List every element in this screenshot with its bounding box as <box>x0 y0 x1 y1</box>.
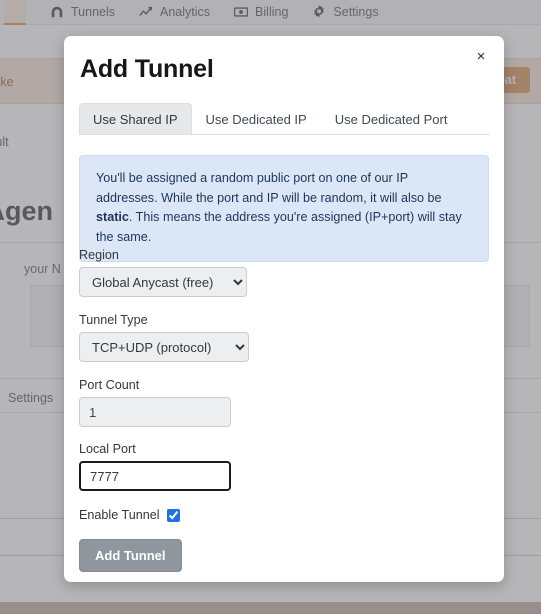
tunnel-type-label: Tunnel Type <box>79 313 148 327</box>
port-count-label: Port Count <box>79 378 140 392</box>
enable-tunnel-label: Enable Tunnel <box>79 508 160 522</box>
info-text-bold: static <box>96 210 129 224</box>
add-tunnel-dialog: × Add Tunnel Use Shared IP Use Dedicated… <box>64 36 504 582</box>
tab-use-dedicated-ip[interactable]: Use Dedicated IP <box>192 103 321 134</box>
close-icon[interactable]: × <box>472 47 490 65</box>
field-group-port-count: Port Count <box>79 378 231 427</box>
dialog-title: Add Tunnel <box>80 55 214 83</box>
enable-tunnel-row: Enable Tunnel <box>79 508 180 522</box>
info-text-part-1: You'll be assigned a random public port … <box>96 171 442 205</box>
add-tunnel-submit-button[interactable]: Add Tunnel <box>79 539 182 572</box>
enable-tunnel-checkbox[interactable] <box>166 508 180 522</box>
local-port-input[interactable] <box>79 461 231 491</box>
region-label: Region <box>79 248 119 262</box>
info-text-part-2: . This means the address you're assigned… <box>96 210 462 244</box>
tab-use-dedicated-port[interactable]: Use Dedicated Port <box>321 103 462 134</box>
local-port-label: Local Port <box>79 442 136 456</box>
tab-bar: Use Shared IP Use Dedicated IP Use Dedic… <box>79 103 489 135</box>
region-select[interactable]: Global Anycast (free) <box>79 267 247 297</box>
field-group-local-port: Local Port <box>79 442 231 491</box>
tab-use-shared-ip[interactable]: Use Shared IP <box>79 103 192 134</box>
tunnel-type-select[interactable]: TCP+UDP (protocol) <box>79 332 249 362</box>
port-count-input[interactable] <box>79 397 231 427</box>
info-alert: You'll be assigned a random public port … <box>79 155 489 262</box>
field-group-region: Region Global Anycast (free) <box>79 248 247 297</box>
field-group-tunnel-type: Tunnel Type TCP+UDP (protocol) <box>79 313 249 362</box>
